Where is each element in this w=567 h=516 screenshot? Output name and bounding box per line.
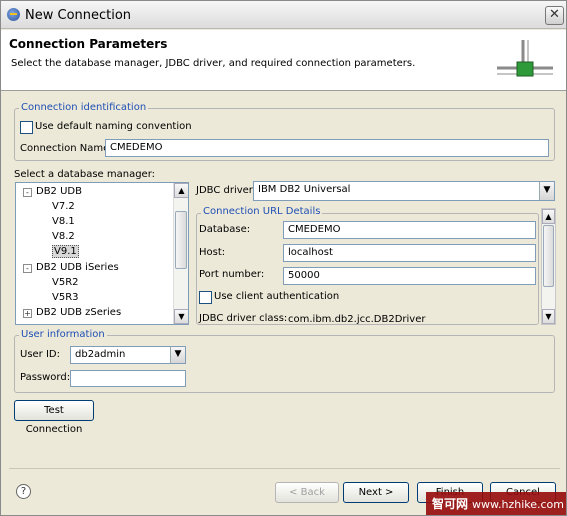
connection-icon: [497, 40, 553, 77]
user-id-value: db2admin: [75, 349, 126, 360]
connection-url-details-legend: Connection URL Details: [201, 206, 323, 217]
tree-item-db2-udb[interactable]: DB2 UDB: [36, 186, 82, 197]
host-label: Host:: [199, 247, 226, 258]
client-auth-label: Use client authentication: [214, 291, 340, 302]
password-field[interactable]: [70, 370, 186, 387]
details-scroll-thumb[interactable]: [543, 225, 554, 287]
tree-item-v9-1[interactable]: V9.1: [52, 245, 79, 258]
tree-item-v5r2[interactable]: V5R2: [52, 277, 79, 288]
tree-item-v7-2[interactable]: V7.2: [52, 201, 75, 212]
details-scrollbar[interactable]: ▲ ▼: [541, 208, 556, 325]
connection-name-label: Connection Name:: [20, 143, 113, 154]
scroll-down-icon[interactable]: ▼: [174, 309, 188, 324]
page-description: Select the database manager, JDBC driver…: [11, 58, 416, 69]
site-watermark: 智可网 www.hzhike.com: [426, 492, 566, 515]
connection-name-field[interactable]: CMEDEMO: [105, 139, 549, 157]
user-id-label: User ID:: [20, 349, 60, 360]
connection-identification-legend: Connection identification: [19, 102, 149, 113]
password-label: Password:: [20, 372, 71, 383]
chevron-down-icon[interactable]: ▼: [170, 347, 185, 363]
watermark-brand: 智可网: [432, 497, 469, 511]
database-label: Database:: [199, 224, 251, 235]
use-default-naming-label: Use default naming convention: [35, 121, 192, 132]
window-title: New Connection: [25, 8, 132, 23]
title-bar: New Connection ✕: [1, 1, 566, 29]
chevron-down-icon[interactable]: ▼: [539, 182, 554, 200]
close-button[interactable]: ✕: [545, 6, 564, 25]
db-manager-tree[interactable]: - DB2 UDB V7.2 V8.1 V8.2 V9.1 - DB2 UDB …: [15, 182, 189, 325]
database-field[interactable]: CMEDEMO: [283, 221, 536, 239]
jdbc-driver-label: JDBC driver:: [196, 185, 257, 196]
header-banner: Connection Parameters Select the databas…: [1, 30, 566, 91]
driver-class-label: JDBC driver class:: [199, 313, 288, 324]
collapse-icon[interactable]: -: [23, 264, 32, 273]
tree-scrollbar[interactable]: ▲ ▼: [173, 183, 188, 324]
driver-class-value: com.ibm.db2.jcc.DB2Driver: [288, 314, 426, 325]
tree-item-v5r3[interactable]: V5R3: [52, 292, 79, 303]
tree-item-v8-1[interactable]: V8.1: [52, 216, 75, 227]
back-button[interactable]: < Back: [275, 482, 339, 503]
port-number-label: Port number:: [199, 269, 265, 280]
use-default-naming-checkbox[interactable]: [20, 121, 33, 134]
collapse-icon[interactable]: -: [23, 188, 32, 197]
tree-item-db2-udb-iseries[interactable]: DB2 UDB iSeries: [36, 262, 119, 273]
tree-item-db2-udb-zseries[interactable]: DB2 UDB zSeries: [36, 307, 121, 318]
test-connection-button[interactable]: Test Connection: [14, 400, 94, 435]
scroll-up-icon[interactable]: ▲: [174, 183, 188, 198]
user-information-legend: User information: [19, 329, 107, 340]
tree-item-v8-2[interactable]: V8.2: [52, 231, 75, 242]
help-icon[interactable]: ?: [16, 484, 31, 499]
next-button[interactable]: Next >: [343, 482, 409, 503]
footer-divider: [9, 468, 560, 469]
db-manager-label: Select a database manager:: [14, 169, 156, 180]
eclipse-icon: [7, 8, 20, 21]
scroll-up-icon[interactable]: ▲: [542, 209, 555, 224]
new-connection-dialog: New Connection ✕ Connection Parameters S…: [0, 0, 567, 516]
port-number-field[interactable]: 50000: [283, 267, 536, 285]
host-field[interactable]: localhost: [283, 244, 536, 262]
client-auth-checkbox[interactable]: [199, 291, 212, 304]
page-title: Connection Parameters: [9, 37, 168, 51]
expand-icon[interactable]: +: [23, 309, 32, 318]
scroll-down-icon[interactable]: ▼: [542, 309, 555, 324]
tree-scroll-thumb[interactable]: [175, 211, 187, 269]
user-id-combo[interactable]: db2admin ▼: [70, 346, 186, 364]
jdbc-driver-select[interactable]: IBM DB2 Universal ▼: [253, 181, 555, 201]
jdbc-driver-value: IBM DB2 Universal: [258, 184, 351, 195]
watermark-url: www.hzhike.com: [472, 498, 565, 511]
